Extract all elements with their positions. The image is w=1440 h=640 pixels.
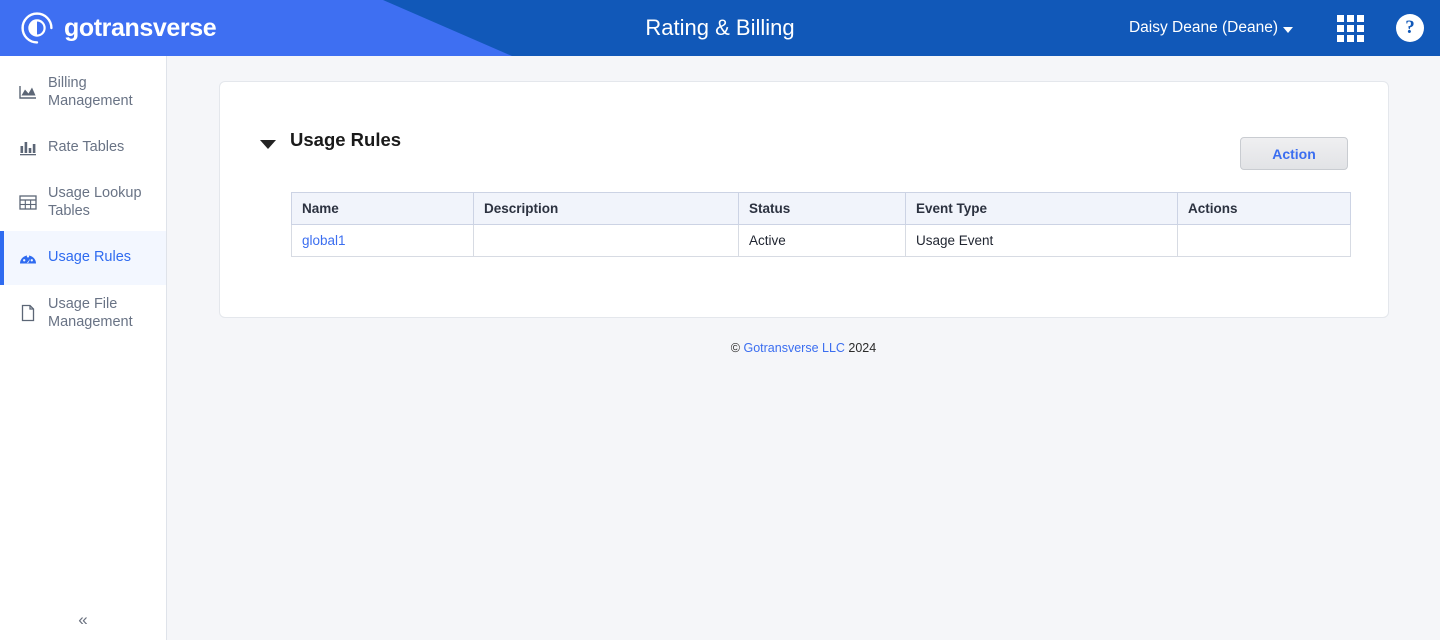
file-icon xyxy=(18,303,38,323)
usage-rules-table: Name Description Status Event Type Actio… xyxy=(291,192,1351,257)
chevron-down-icon xyxy=(1283,26,1293,33)
section-title: Usage Rules xyxy=(290,129,402,150)
sidebar-item-rate-tables[interactable]: Rate Tables xyxy=(0,120,166,174)
bar-chart-icon xyxy=(18,137,38,157)
sidebar-item-label: Billing Management xyxy=(48,75,133,110)
column-header-description[interactable]: Description xyxy=(473,192,739,225)
table-row: global1 Active Usage Event xyxy=(291,224,1351,257)
copyright-year: 2024 xyxy=(848,341,877,355)
app-header: gotransverse Rating & Billing Daisy Dean… xyxy=(0,0,1440,56)
column-header-actions[interactable]: Actions xyxy=(1177,192,1351,225)
header-actions: Daisy Deane (Deane) ? xyxy=(1121,0,1424,56)
usage-rules-card: Usage Rules Action Name Description Stat… xyxy=(219,81,1389,318)
user-menu[interactable]: Daisy Deane (Deane) xyxy=(1121,13,1301,43)
sidebar-item-label: Usage Rules xyxy=(48,249,132,266)
sidebar-item-billing-management[interactable]: Billing Management xyxy=(0,64,166,120)
column-header-name[interactable]: Name xyxy=(291,192,474,225)
gauge-icon xyxy=(18,248,38,268)
sidebar-item-label: Usage Lookup Tables xyxy=(48,185,142,220)
column-header-event-type[interactable]: Event Type xyxy=(905,192,1178,225)
action-button[interactable]: Action xyxy=(1240,137,1348,170)
sidebar-item-usage-file-management[interactable]: Usage File Management xyxy=(0,285,166,341)
company-link[interactable]: Gotransverse LLC xyxy=(743,341,844,355)
sidebar-item-label: Rate Tables xyxy=(48,139,125,156)
sidebar-collapse-button[interactable]: « xyxy=(0,600,166,640)
table-body: global1 Active Usage Event xyxy=(291,224,1351,257)
main-content: Usage Rules Action Name Description Stat… xyxy=(167,56,1440,640)
triangle-down-icon[interactable] xyxy=(260,140,276,149)
sidebar-item-usage-lookup-tables[interactable]: Usage Lookup Tables xyxy=(0,174,166,230)
cell-status: Active xyxy=(738,224,906,257)
cell-event-type: Usage Event xyxy=(905,224,1178,257)
card-header: Usage Rules Action xyxy=(220,82,1388,172)
sidebar-item-usage-rules[interactable]: Usage Rules xyxy=(0,230,166,285)
copyright-symbol: © xyxy=(730,341,740,355)
cell-name: global1 xyxy=(291,224,474,257)
table-header-row: Name Description Status Event Type Actio… xyxy=(291,192,1351,225)
footer: © Gotransverse LLC 2024 xyxy=(167,341,1440,355)
table-grid-icon xyxy=(18,192,38,212)
column-header-status[interactable]: Status xyxy=(738,192,906,225)
table-header: Name Description Status Event Type Actio… xyxy=(291,192,1351,225)
gotransverse-circle-logo-icon xyxy=(20,11,54,45)
help-icon[interactable]: ? xyxy=(1396,14,1424,42)
brand-logo[interactable]: gotransverse xyxy=(20,0,217,56)
cell-description xyxy=(473,224,739,257)
brand-name: gotransverse xyxy=(64,13,217,42)
sidebar: Billing Management Rate Tables Usage Loo xyxy=(0,56,167,640)
user-name-label: Daisy Deane (Deane) xyxy=(1128,19,1278,36)
area-chart-icon xyxy=(18,82,38,102)
usage-rule-link[interactable]: global1 xyxy=(302,233,346,248)
grid-apps-icon[interactable] xyxy=(1337,14,1364,42)
cell-actions xyxy=(1177,224,1351,257)
sidebar-item-label: Usage File Management xyxy=(48,295,133,330)
